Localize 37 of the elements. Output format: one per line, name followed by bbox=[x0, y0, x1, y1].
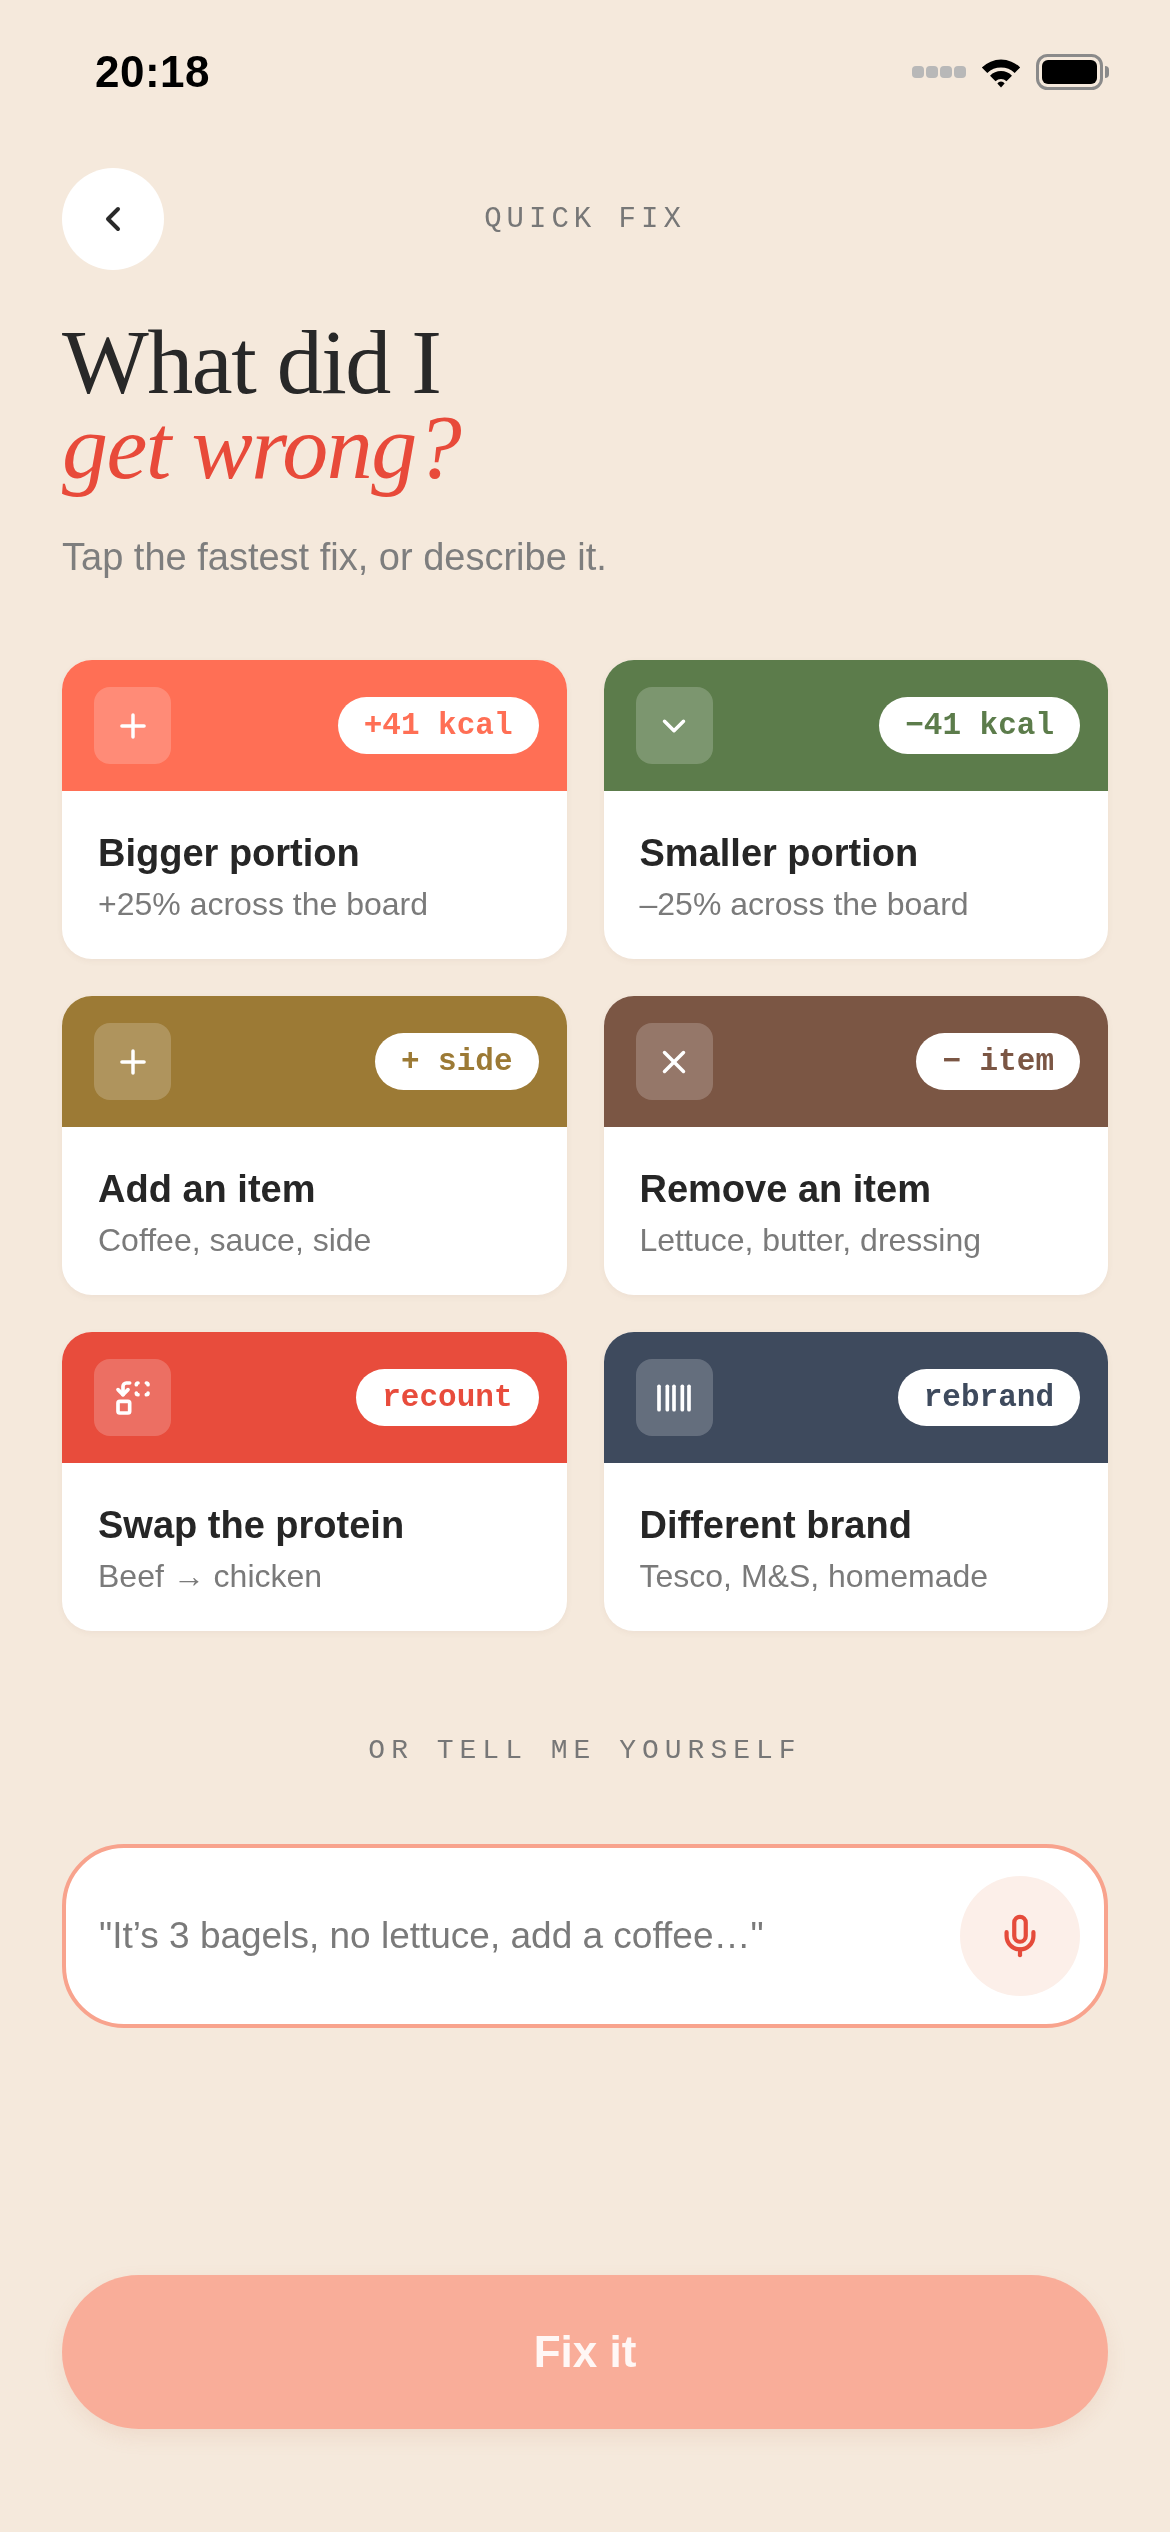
option-description: –25% across the board bbox=[639, 885, 970, 924]
calorie-badge: + side bbox=[374, 1033, 539, 1090]
calorie-badge: +41 kcal bbox=[337, 697, 539, 754]
option-description: Coffee, sauce, side bbox=[98, 1221, 373, 1260]
option-title: Bigger portion bbox=[98, 831, 361, 876]
option-title: Swap the protein bbox=[98, 1503, 406, 1548]
signal-icon bbox=[912, 65, 966, 79]
option-title: Different brand bbox=[639, 1503, 913, 1548]
cross-icon bbox=[635, 1023, 713, 1100]
option-description: Tesco, M&S, homemade bbox=[639, 1557, 990, 1596]
screen-title: QUICK FIX bbox=[484, 202, 686, 236]
fix-option-card[interactable]: − item Remove an item Lettuce, butter, dressing bbox=[603, 996, 1108, 1295]
option-description: Beef → chicken bbox=[98, 1557, 324, 1596]
fix-option-card[interactable]: + side Add an item Coffee, sauce, side bbox=[62, 996, 567, 1295]
option-title: Add an item bbox=[98, 1167, 317, 1212]
option-title: Remove an item bbox=[639, 1167, 932, 1212]
plus-icon bbox=[94, 687, 171, 764]
calorie-badge: recount bbox=[356, 1369, 539, 1426]
fix-option-card[interactable]: +41 kcal Bigger portion +25% across the board bbox=[62, 660, 567, 959]
fix-option-card[interactable]: recount Swap the protein Beef → chicken bbox=[62, 1332, 567, 1631]
calorie-badge: rebrand bbox=[897, 1369, 1080, 1426]
section-label: OR TELL ME YOURSELF bbox=[368, 1734, 802, 1768]
option-description: +25% across the board bbox=[98, 885, 429, 924]
calorie-badge: −41 kcal bbox=[879, 697, 1080, 754]
subtitle: Tap the fastest fix, or describe it. bbox=[62, 535, 608, 580]
plus-icon bbox=[94, 1023, 171, 1100]
vertical-lines-icon bbox=[635, 1359, 713, 1436]
chevron-down-icon bbox=[635, 687, 713, 764]
fix-option-card[interactable]: −41 kcal Smaller portion –25% across the board bbox=[603, 660, 1108, 959]
battery-icon bbox=[1036, 54, 1110, 90]
status-time: 20:18 bbox=[95, 47, 211, 97]
calorie-badge: − item bbox=[916, 1033, 1080, 1090]
fix-option-card[interactable]: rebrand Different brand Tesco, M&S, homemade bbox=[603, 1332, 1108, 1631]
option-description: Lettuce, butter, dressing bbox=[639, 1221, 983, 1260]
option-title: Smaller portion bbox=[639, 831, 920, 876]
message-input-field[interactable]: "It’s 3 bagels, no lettuce, add a coffee…" bbox=[62, 1844, 1108, 2028]
swap-squares-icon bbox=[94, 1359, 171, 1436]
